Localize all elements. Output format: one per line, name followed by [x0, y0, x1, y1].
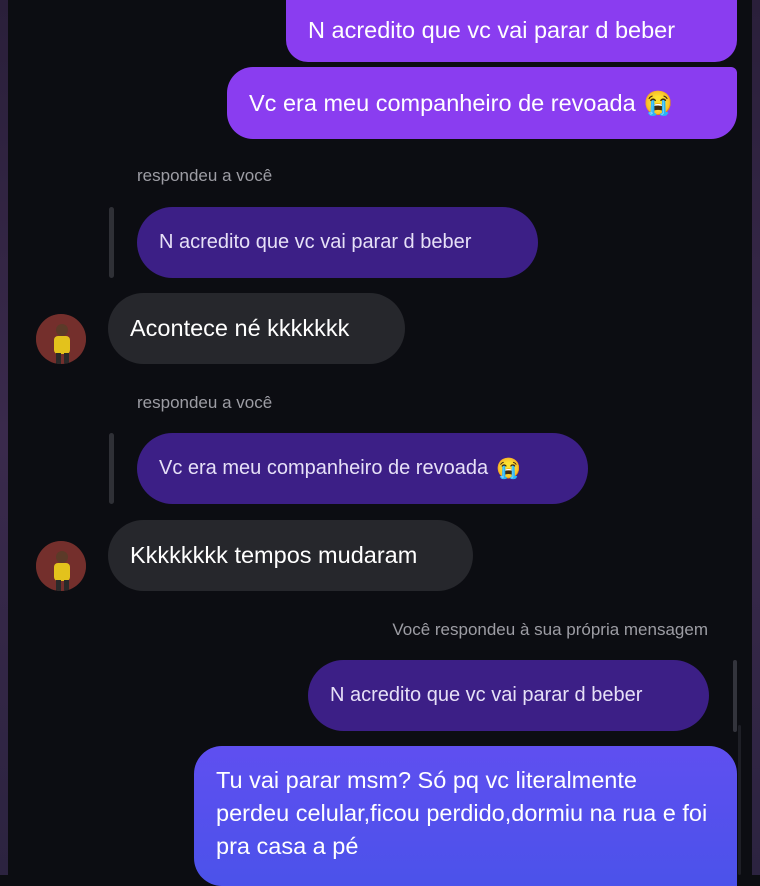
received-message-bubble[interactable]: Kkkkkkkk tempos mudaram — [108, 520, 473, 591]
reply-indicator-bar — [733, 660, 737, 732]
message-text: N acredito que vc vai parar d beber — [330, 684, 643, 706]
reply-indicator-bar — [109, 207, 114, 278]
message-text: Kkkkkkkk tempos mudaram — [130, 542, 418, 568]
replied-message-preview[interactable]: Vc era meu companheiro de revoada 😭 — [137, 433, 588, 504]
message-text: N acredito que vc vai parar d beber — [308, 16, 676, 43]
received-message-bubble[interactable]: Acontece né kkkkkkk — [108, 293, 405, 364]
window-frame-left — [0, 0, 8, 875]
reply-label: respondeu a você — [137, 166, 273, 185]
contact-avatar[interactable] — [36, 314, 86, 364]
message-text: Vc era meu companheiro de revoada — [159, 457, 489, 479]
replied-message-preview[interactable]: N acredito que vc vai parar d beber — [137, 207, 538, 278]
scrollbar[interactable] — [738, 725, 741, 875]
sent-message-bubble[interactable]: Vc era meu companheiro de revoada 😭 — [227, 67, 737, 139]
window-frame-right — [752, 0, 760, 875]
message-text: Tu vai parar msm? Só pq vc literalmente … — [216, 767, 708, 859]
crying-emoji-icon: 😭 — [643, 90, 673, 116]
message-text: Acontece né kkkkkkk — [130, 315, 350, 341]
reply-indicator-bar — [109, 433, 114, 504]
sent-message-bubble[interactable]: Tu vai parar msm? Só pq vc literalmente … — [194, 746, 737, 886]
reply-label: respondeu a você — [137, 393, 273, 412]
message-text: Vc era meu companheiro de revoada — [249, 89, 636, 116]
crying-emoji-icon: 😭 — [496, 458, 521, 480]
self-reply-label: Você respondeu à sua própria mensagem — [392, 620, 708, 639]
replied-message-preview[interactable]: N acredito que vc vai parar d beber — [308, 660, 709, 731]
contact-avatar[interactable] — [36, 541, 86, 591]
sent-message-bubble[interactable]: N acredito que vc vai parar d beber — [286, 0, 737, 62]
message-text: N acredito que vc vai parar d beber — [159, 231, 472, 253]
